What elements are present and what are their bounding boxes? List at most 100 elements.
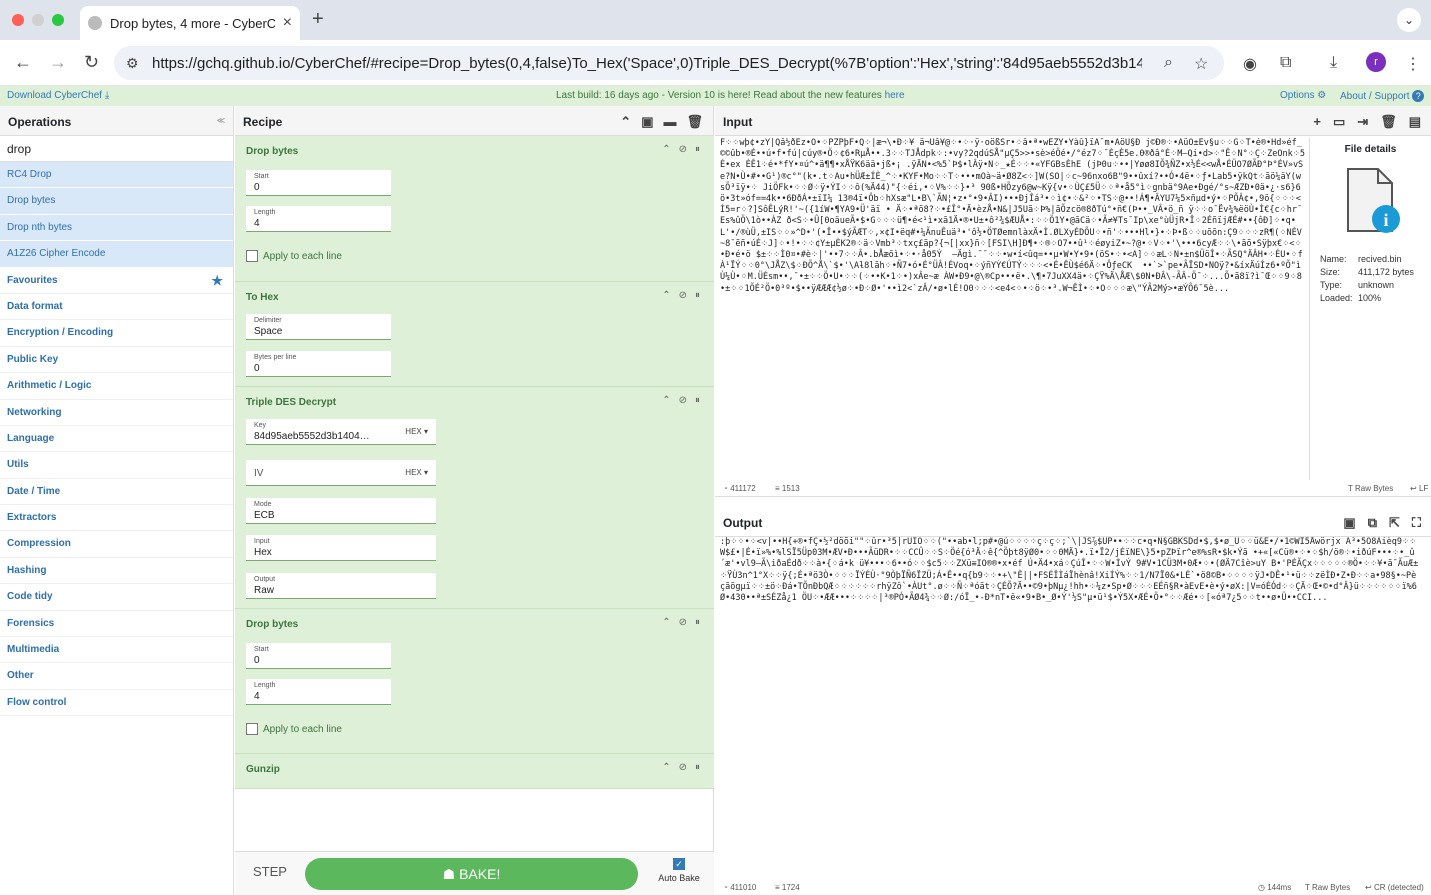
disable-icon[interactable]: ⊘ [679,395,687,406]
length-field[interactable]: Length 4 [246,206,391,232]
bytes-per-line-field[interactable]: Bytes per line 0 [246,351,391,377]
minimize-window-button[interactable] [32,14,44,26]
category-item[interactable]: Multimedia [0,637,233,664]
options-link[interactable]: Options ⚙ [1280,90,1326,101]
step-button[interactable]: STEP [253,864,287,879]
layout-icon[interactable]: ▤ [1409,114,1421,130]
category-item[interactable]: Date / Time [0,479,233,506]
category-item[interactable]: Extractors [0,505,233,532]
input-format-field[interactable]: Input Hex [246,535,436,561]
input-textarea[interactable]: F⁘⁘wþ¢•zY|Qâ½ðÉz•Ö•⁘PZPþF•Q⁘|æ¬\•Ð⁘¥ ä¬Û… [720,138,1305,480]
chevron-up-icon[interactable]: ⌃ [662,395,670,406]
open-file-icon[interactable]: ⇥ [1357,114,1368,130]
close-window-button[interactable] [12,14,24,26]
auto-bake-checkbox[interactable]: ✓ Auto Bake [650,858,708,883]
category-item[interactable]: Code tidy [0,584,233,611]
trash-icon[interactable]: 🗑 [1380,114,1397,130]
start-field[interactable]: Start 0 [246,170,391,196]
open-folder-icon[interactable]: ▭ [1333,114,1345,130]
category-item[interactable]: Flow control [0,690,233,717]
chevron-up-icon[interactable]: ⌃ [662,144,670,155]
tab-search-icon[interactable]: ⌄ [1397,8,1421,32]
recipe-op-triple-des-decrypt[interactable]: Triple DES Decrypt ⌃ ⊘ ⏸ Key 84d95aeb5552d3… [235,387,714,609]
pause-icon[interactable]: ⏸ [695,762,700,773]
pause-icon[interactable]: ⏸ [695,617,700,628]
close-icon[interactable]: × [283,14,292,32]
operations-search-input[interactable]: drop [0,136,233,162]
trash-icon[interactable]: 🗑 [686,114,703,130]
maximize-window-button[interactable] [52,14,64,26]
features-link[interactable]: here [885,90,905,101]
fullscreen-icon[interactable]: ⛶ [1412,515,1421,531]
category-item[interactable]: Networking [0,400,233,426]
category-item[interactable]: Encryption / Encoding [0,320,233,347]
disable-icon[interactable]: ⊘ [679,762,687,773]
input-eol[interactable]: ↩ LF [1410,484,1428,493]
extension-icon[interactable]: ◉ [1243,54,1257,74]
iv-field[interactable]: IV HEX ▾ [246,460,436,486]
profile-avatar[interactable]: r [1366,52,1386,72]
save-icon[interactable]: ▣ [1343,515,1355,531]
url-text[interactable]: https://gchq.github.io/CyberChef/#recipe… [152,55,1142,72]
category-item[interactable]: Hashing [0,558,233,585]
key-format-dropdown[interactable]: HEX ▾ [405,427,428,436]
recipe-op-gunzip[interactable]: Gunzip ⌃ ⊘ ⏸ [235,754,714,789]
address-bar[interactable]: ⚙ https://gchq.github.io/CyberChef/#reci… [114,46,1224,80]
category-item[interactable]: Arithmetic / Logic [0,373,233,400]
about-link[interactable]: About / Support ? [1340,90,1425,102]
disable-icon[interactable]: ⊘ [679,617,687,628]
download-icon[interactable]: ⤓ [1330,54,1337,72]
bake-button[interactable]: ☗ BAKE! [305,858,638,890]
collapse-icon[interactable]: ≪ [217,116,225,125]
mode-field[interactable]: Mode ECB [246,498,436,524]
apply-each-line-checkbox[interactable]: Apply to each line [246,723,342,735]
category-item[interactable]: Favourites ★ [0,268,233,294]
menu-icon[interactable]: ⋮ [1405,54,1421,74]
folder-icon[interactable]: ▬ [663,114,676,130]
search-result-item[interactable]: RC4 Drop [0,162,233,189]
input-encoding[interactable]: T Raw Bytes [1348,484,1393,493]
iv-format-dropdown[interactable]: HEX ▾ [405,468,428,477]
search-result-item[interactable]: Drop nth bytes [0,214,233,242]
key-field[interactable]: Key 84d95aeb5552d3b1404… HEX ▾ [246,419,436,445]
category-item[interactable]: Forensics [0,611,233,638]
search-result-item[interactable]: A1Z26 Cipher Encode [0,241,233,268]
zoom-icon[interactable]: ⌕ [1164,54,1173,72]
chevron-up-icon[interactable]: ⌃ [620,114,631,130]
chevron-up-icon[interactable]: ⌃ [662,617,670,628]
save-icon[interactable]: ▣ [641,114,653,130]
apply-each-line-checkbox[interactable]: Apply to each line [246,250,342,262]
disable-icon[interactable]: ⊘ [679,144,687,155]
delimiter-field[interactable]: Delimiter Space [246,314,391,340]
browser-tab[interactable]: Drop bytes, 4 more - CyberCh × [80,6,300,40]
output-format-field[interactable]: Output Raw [246,573,436,599]
search-result-item[interactable]: Drop bytes [0,188,233,215]
pause-icon[interactable]: ⏸ [695,290,700,301]
category-item[interactable]: Compression [0,531,233,558]
recipe-op-to-hex[interactable]: To Hex ⌃ ⊘ ⏸ Delimiter Space Bytes per line… [235,282,714,387]
output-encoding[interactable]: T Raw Bytes [1305,883,1350,892]
category-item[interactable]: Language [0,426,233,453]
copy-icon[interactable]: ⧉ [1368,515,1377,531]
category-item[interactable]: Utils [0,452,233,479]
puzzle-icon[interactable]: ⧉ [1280,54,1291,72]
output-eol[interactable]: ↩ CR (detected) [1365,883,1424,892]
download-cyberchef-link[interactable]: Download CyberChef ⤓ [7,90,109,101]
pause-icon[interactable]: ⏸ [695,144,700,155]
reload-icon[interactable]: ↻ [84,52,99,73]
forward-icon[interactable]: → [49,52,67,73]
category-item[interactable]: Public Key [0,347,233,374]
start-field[interactable]: Start 0 [246,643,391,669]
bookmark-star-icon[interactable]: ☆ [1194,54,1208,74]
replace-input-icon[interactable]: ⇱ [1389,515,1400,531]
output-text[interactable]: :þ⁘⁘•⁘<v|••H{+®•fÇ•½²döõi""⁘ûr•³5|rÜÏO⁘⁘… [720,537,1420,879]
back-icon[interactable]: ← [14,52,32,73]
length-field[interactable]: Length 4 [246,679,391,705]
site-info-icon[interactable]: ⚙ [126,55,139,72]
disable-icon[interactable]: ⊘ [679,290,687,301]
chevron-up-icon[interactable]: ⌃ [662,762,670,773]
pause-icon[interactable]: ⏸ [695,395,700,406]
recipe-op-drop-bytes-2[interactable]: Drop bytes ⌃ ⊘ ⏸ Start 0 Length 4 Apply to e… [235,609,714,754]
add-tab-icon[interactable]: + [1313,114,1321,130]
category-item[interactable]: Data format [0,294,233,321]
